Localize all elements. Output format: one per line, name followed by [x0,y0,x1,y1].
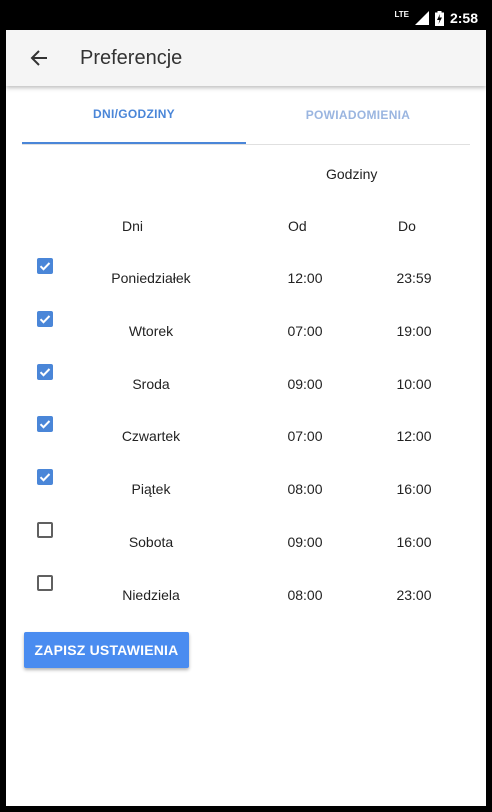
status-bar: LTE 2:58 [6,6,486,30]
hours-group-header: Godziny [326,166,378,182]
table-row: Piątek 08:00 16:00 [6,467,486,511]
day-checkbox[interactable] [37,522,53,538]
table-row: Niedziela 08:00 23:00 [6,573,486,617]
to-time[interactable]: 23:59 [379,270,449,286]
tab-days-hours[interactable]: DNI/GODZINY [22,86,246,144]
to-time[interactable]: 12:00 [379,428,449,444]
from-time[interactable]: 08:00 [270,587,340,603]
tab-bar: DNI/GODZINY POWIADOMIENIA [22,86,470,145]
table-row: Wtorek 07:00 19:00 [6,309,486,353]
from-time[interactable]: 08:00 [270,481,340,497]
lte-indicator: LTE [394,10,409,19]
check-icon [39,368,51,377]
back-button[interactable] [28,47,50,69]
app-bar: Preferencje [6,30,486,86]
day-name: Niedziela [122,587,180,603]
day-checkbox[interactable] [37,575,53,591]
tab-notifications[interactable]: POWIADOMIENIA [246,86,470,144]
to-time[interactable]: 16:00 [379,481,449,497]
clock: 2:58 [449,10,478,26]
from-time[interactable]: 09:00 [270,376,340,392]
day-checkbox[interactable] [37,364,53,380]
from-time[interactable]: 12:00 [270,270,340,286]
day-name: Sobota [128,534,174,550]
check-icon [39,473,51,482]
table-row: Sroda 09:00 10:00 [6,362,486,406]
battery-charging-icon [434,10,444,26]
days-column-header: Dni [122,218,144,234]
to-time[interactable]: 19:00 [379,323,449,339]
from-time[interactable]: 07:00 [270,428,340,444]
check-icon [39,262,51,271]
to-time[interactable]: 23:00 [379,587,449,603]
app-screen: LTE 2:58 Preferencje DNI/GODZINY POWIADO… [6,6,486,806]
to-time[interactable]: 10:00 [379,376,449,392]
day-name: Sroda [132,376,170,392]
day-name: Piątek [131,481,171,497]
day-checkbox[interactable] [37,416,53,432]
page-title: Preferencje [80,46,183,69]
table-row: Poniedziałek 12:00 23:59 [6,256,486,300]
day-name: Poniedziałek [111,270,191,286]
arrow-back-icon [30,50,47,66]
check-icon [39,420,51,429]
to-time[interactable]: 16:00 [379,534,449,550]
to-column-header: Do [398,218,416,234]
day-name: Wtorek [128,323,174,339]
save-settings-button[interactable]: ZAPISZ USTAWIENIA [24,632,189,668]
day-name: Czwartek [121,428,181,444]
from-time[interactable]: 07:00 [270,323,340,339]
table-row: Czwartek 07:00 12:00 [6,414,486,458]
from-time[interactable]: 09:00 [270,534,340,550]
check-icon [39,315,51,324]
day-checkbox[interactable] [37,311,53,327]
from-column-header: Od [288,218,307,234]
table-row: Sobota 09:00 16:00 [6,520,486,564]
day-checkbox[interactable] [37,469,53,485]
signal-icon [414,11,429,25]
day-checkbox[interactable] [37,258,53,274]
